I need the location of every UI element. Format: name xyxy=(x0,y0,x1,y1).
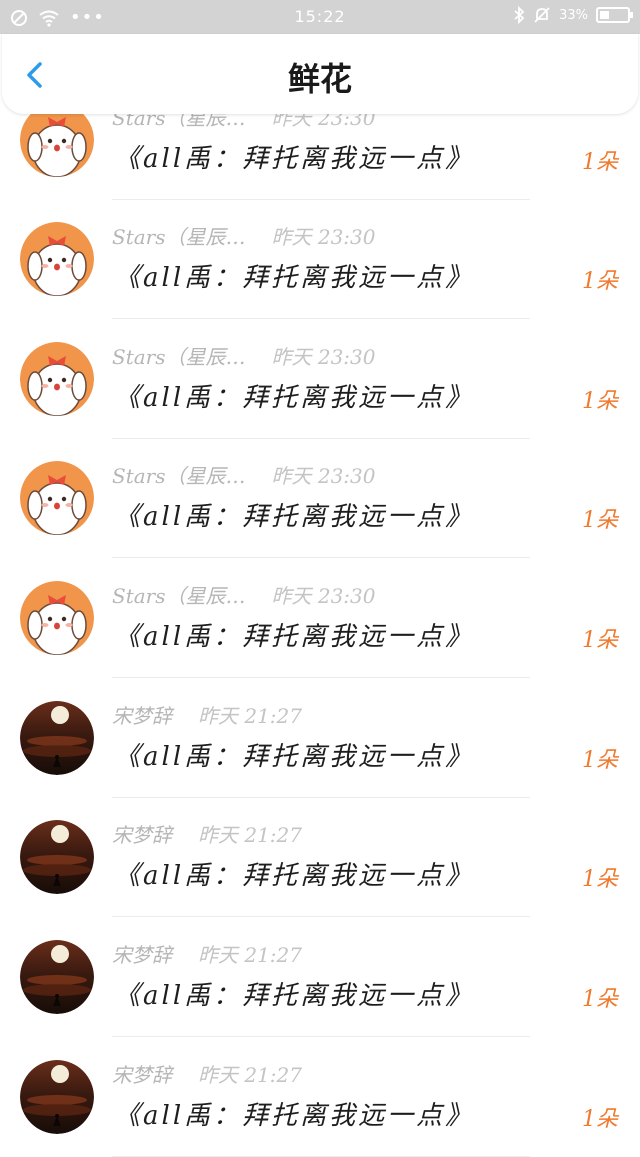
flower-row[interactable]: Stars（星辰… 昨天 23:30 《all禹：拜托离我远一点》 1朵 xyxy=(0,438,640,558)
avatar[interactable] xyxy=(20,103,94,177)
avatar[interactable] xyxy=(20,940,94,1014)
flower-count: 1朵 xyxy=(582,1107,618,1132)
timestamp: 昨天 21:27 xyxy=(198,823,302,847)
user-name: 宋梦辞 xyxy=(112,704,172,728)
flower-count: 1朵 xyxy=(582,987,618,1012)
avatar[interactable] xyxy=(20,222,94,296)
user-name: 宋梦辞 xyxy=(112,823,172,847)
flower-row[interactable]: 宋梦辞 昨天 21:27 《all禹：拜托离我远一点》 1朵 xyxy=(0,797,640,917)
user-name: Stars（星辰… xyxy=(112,464,246,488)
timestamp: 昨天 23:30 xyxy=(271,464,376,488)
book-title[interactable]: 《all禹：拜托离我远一点》 xyxy=(114,855,474,895)
timestamp: 昨天 23:30 xyxy=(271,584,376,608)
user-name: Stars（星辰… xyxy=(112,225,246,249)
timestamp: 昨天 23:30 xyxy=(271,225,376,249)
timestamp: 昨天 21:27 xyxy=(198,943,302,967)
book-title[interactable]: 《all禹：拜托离我远一点》 xyxy=(114,377,474,417)
timestamp: 昨天 23:30 xyxy=(271,345,376,369)
user-name: 宋梦辞 xyxy=(112,1063,172,1087)
flower-count: 1朵 xyxy=(582,867,618,892)
timestamp: 昨天 21:27 xyxy=(198,1063,302,1087)
book-title[interactable]: 《all禹：拜托离我远一点》 xyxy=(114,138,474,178)
flower-count: 1朵 xyxy=(582,389,618,414)
avatar[interactable] xyxy=(20,820,94,894)
flower-count: 1朵 xyxy=(582,150,618,175)
user-name: Stars（星辰… xyxy=(112,584,246,608)
book-title[interactable]: 《all禹：拜托离我远一点》 xyxy=(114,496,474,536)
book-title[interactable]: 《all禹：拜托离我远一点》 xyxy=(114,1095,474,1135)
flower-list: Stars（星辰… 昨天 23:30 《all禹：拜托离我远一点》 1朵 Stars（… xyxy=(0,0,640,1157)
user-name: 宋梦辞 xyxy=(112,943,172,967)
avatar[interactable] xyxy=(20,1060,94,1134)
flower-row[interactable]: 宋梦辞 昨天 21:27 《all禹：拜托离我远一点》 1朵 xyxy=(0,1037,640,1157)
avatar[interactable] xyxy=(20,461,94,535)
book-title[interactable]: 《all禹：拜托离我远一点》 xyxy=(114,736,474,776)
header-bar: 鲜花 xyxy=(2,34,638,114)
flower-count: 1朵 xyxy=(582,269,618,294)
flower-count: 1朵 xyxy=(582,748,618,773)
flower-row[interactable]: 宋梦辞 昨天 21:27 《all禹：拜托离我远一点》 1朵 xyxy=(0,678,640,798)
page-title: 鲜花 xyxy=(287,60,352,98)
timestamp: 昨天 21:27 xyxy=(198,704,302,728)
flower-count: 1朵 xyxy=(582,508,618,533)
flower-row[interactable]: Stars（星辰… 昨天 23:30 《all禹：拜托离我远一点》 1朵 xyxy=(0,199,640,319)
user-name: Stars（星辰… xyxy=(112,345,246,369)
flower-count: 1朵 xyxy=(582,628,618,653)
flower-row[interactable]: 宋梦辞 昨天 21:27 《all禹：拜托离我远一点》 1朵 xyxy=(0,917,640,1037)
avatar[interactable] xyxy=(20,581,94,655)
flower-row[interactable]: Stars（星辰… 昨天 23:30 《all禹：拜托离我远一点》 1朵 xyxy=(0,319,640,439)
flower-row[interactable]: Stars（星辰… 昨天 23:30 《all禹：拜托离我远一点》 1朵 xyxy=(0,558,640,678)
book-title[interactable]: 《all禹：拜托离我远一点》 xyxy=(114,257,474,297)
avatar[interactable] xyxy=(20,701,94,775)
avatar[interactable] xyxy=(20,342,94,416)
book-title[interactable]: 《all禹：拜托离我远一点》 xyxy=(114,975,474,1015)
book-title[interactable]: 《all禹：拜托离我远一点》 xyxy=(114,616,474,656)
